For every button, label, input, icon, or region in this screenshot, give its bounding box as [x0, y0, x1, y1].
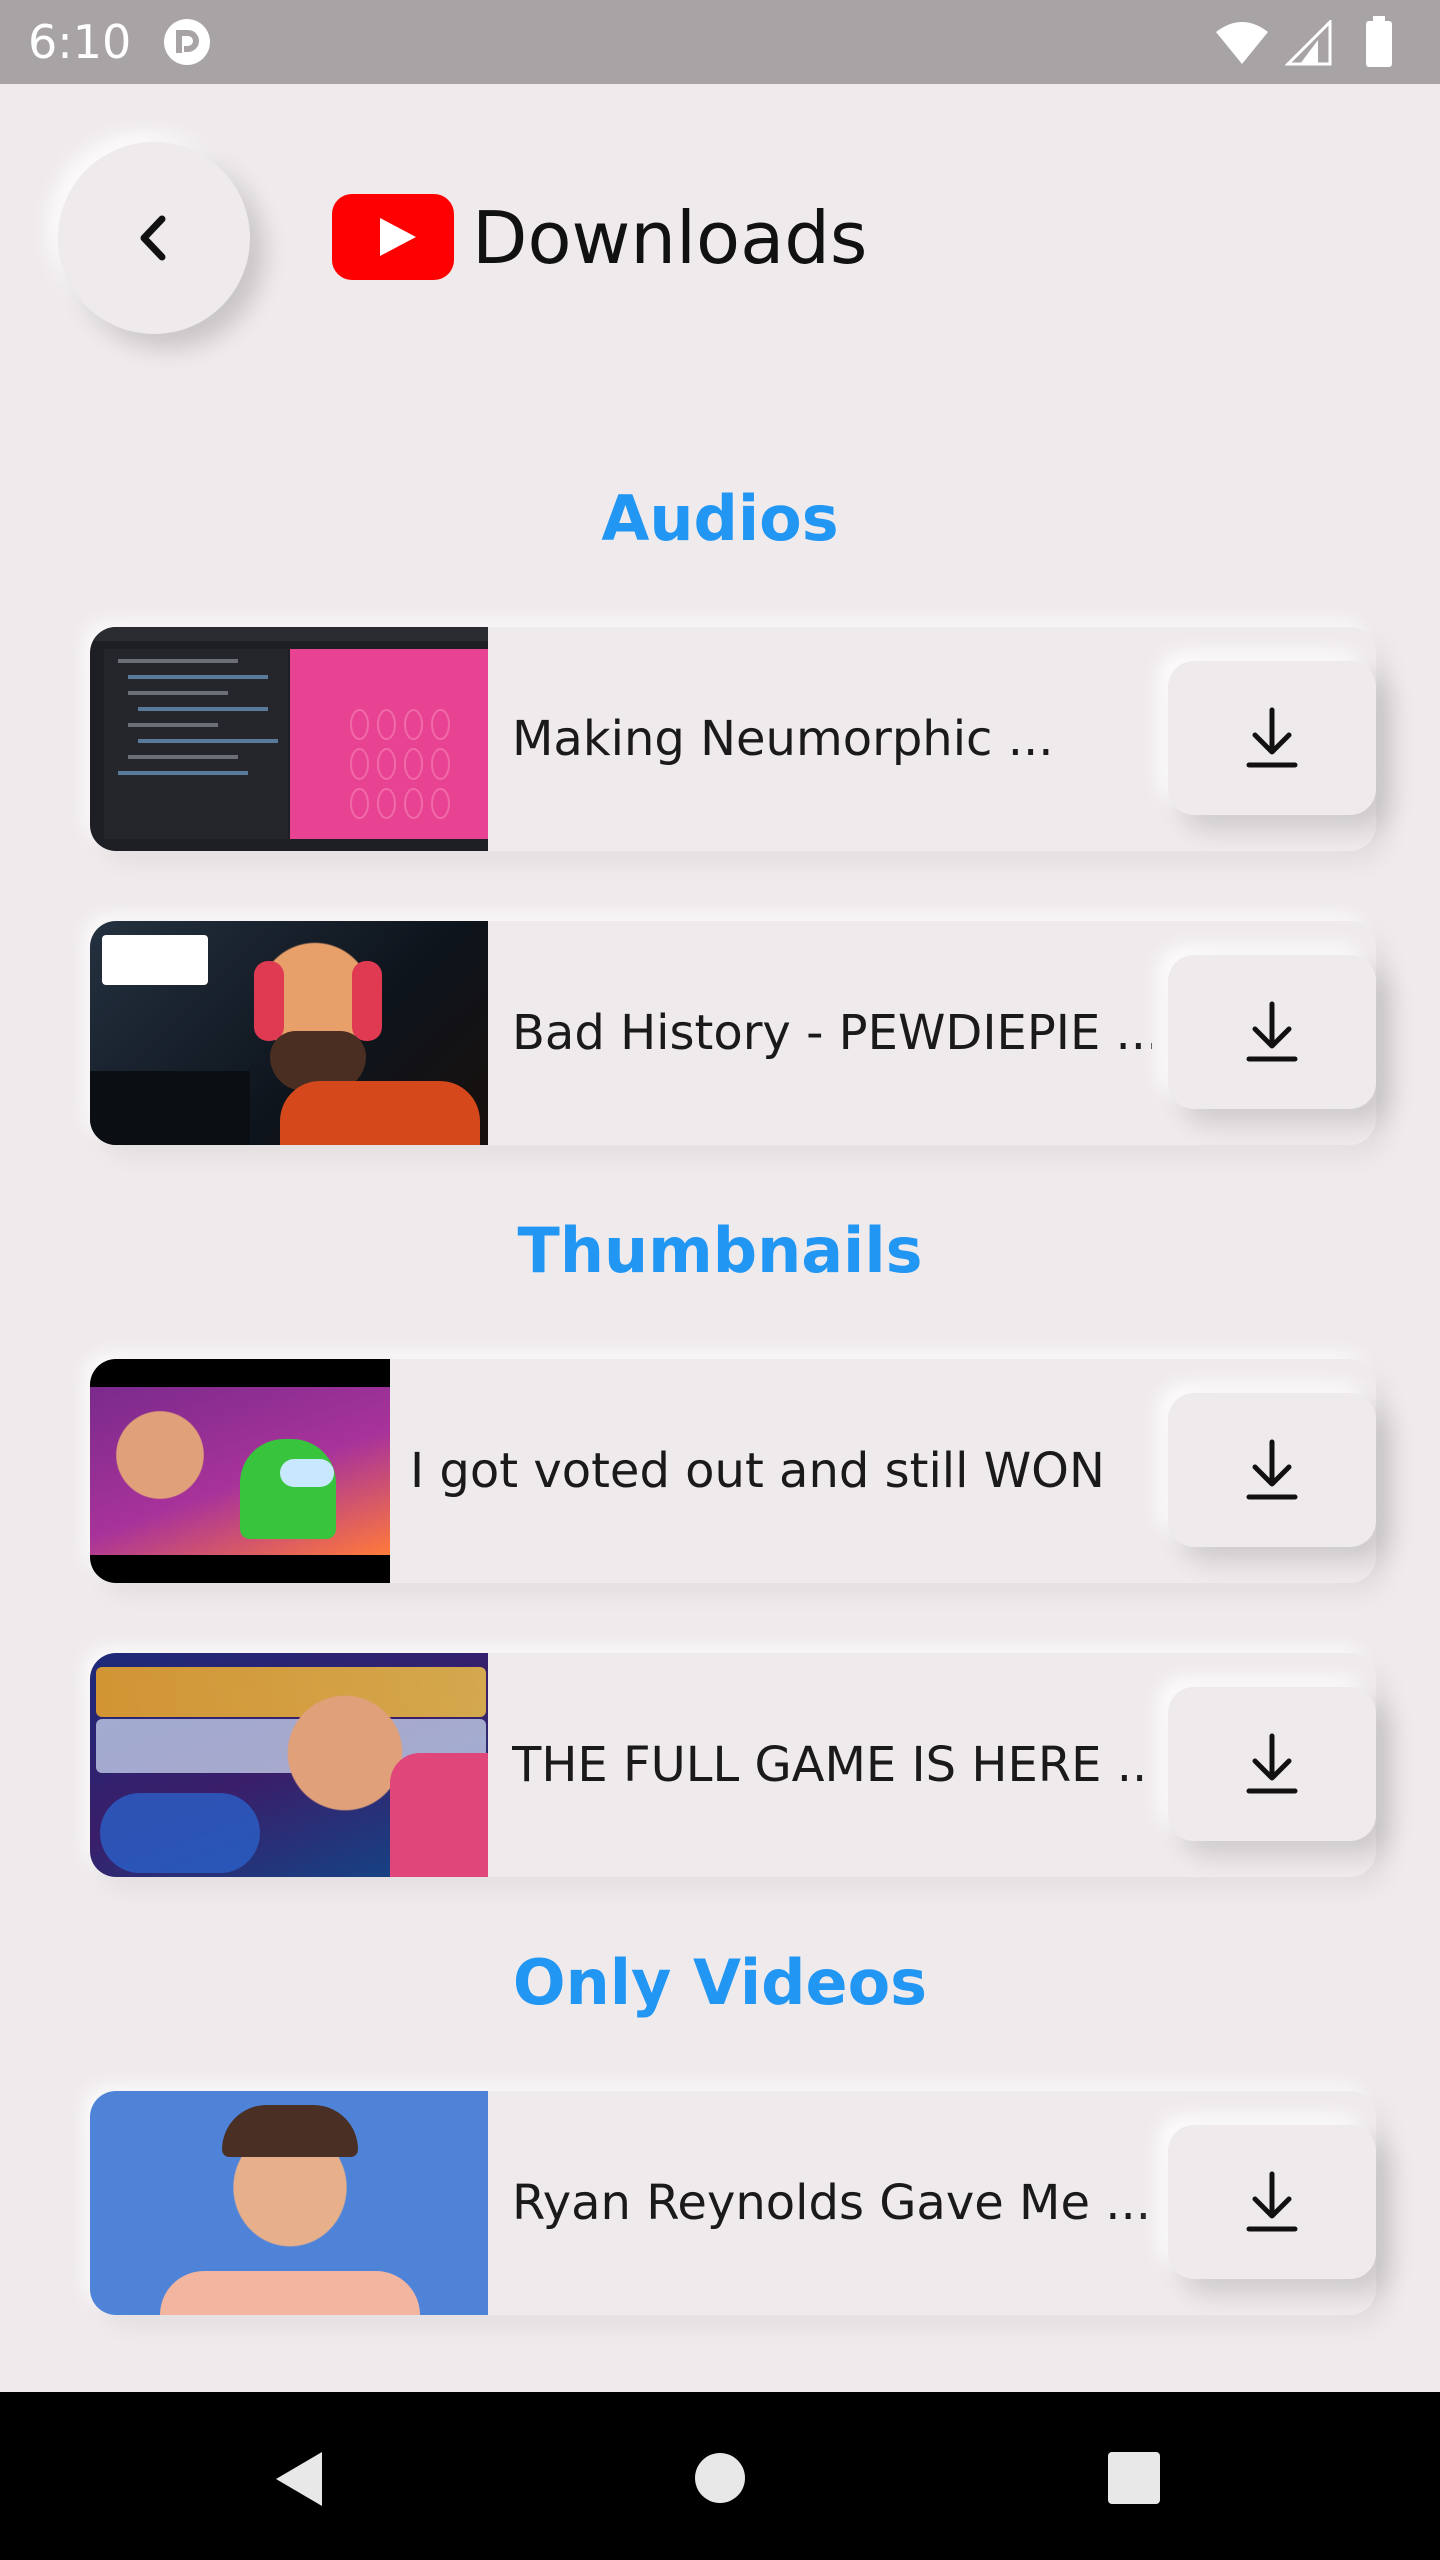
- youtube-logo: [332, 194, 454, 280]
- nav-back-icon[interactable]: [270, 2448, 326, 2510]
- item-title: Ryan Reynolds Gave Me ...: [512, 2175, 1151, 2231]
- section-heading-thumbnails: Thumbnails: [517, 1214, 923, 1287]
- back-button[interactable]: [58, 142, 250, 334]
- status-icons: [1214, 14, 1414, 70]
- video-thumbnail: [90, 1653, 488, 1877]
- item-title: Bad History - PEWDIEPIE ...: [512, 1005, 1152, 1061]
- list-item[interactable]: Bad History - PEWDIEPIE ...: [90, 921, 1376, 1145]
- cell-signal-icon: [1284, 20, 1332, 66]
- download-button[interactable]: [1168, 661, 1376, 815]
- download-icon: [1246, 1001, 1298, 1062]
- download-icon: [1246, 1439, 1298, 1500]
- download-button[interactable]: [1168, 1393, 1376, 1547]
- list-item[interactable]: THE FULL GAME IS HERE ...: [90, 1653, 1376, 1877]
- wifi-icon: [1216, 22, 1268, 64]
- section-heading-audios: Audios: [601, 482, 839, 555]
- download-icon: [1246, 2171, 1298, 2232]
- download-button[interactable]: [1168, 2125, 1376, 2279]
- list-item[interactable]: Ryan Reynolds Gave Me ...: [90, 2091, 1376, 2315]
- download-button[interactable]: [1168, 955, 1376, 1109]
- download-button[interactable]: [1168, 1687, 1376, 1841]
- battery-icon: [1366, 16, 1392, 67]
- page-title: Downloads: [472, 196, 868, 280]
- section-heading-only-videos: Only Videos: [512, 1946, 928, 2019]
- list-item[interactable]: I got voted out and still WON: [90, 1359, 1376, 1583]
- item-title: Making Neumorphic ...: [512, 711, 1054, 767]
- video-thumbnail: [90, 627, 488, 851]
- nav-recents-icon[interactable]: [1108, 2452, 1160, 2504]
- video-thumbnail: [90, 2091, 488, 2315]
- item-title: THE FULL GAME IS HERE ...: [512, 1737, 1152, 1793]
- system-navigation-bar: [0, 2392, 1440, 2560]
- download-icon: [1246, 1733, 1298, 1794]
- app-notification-icon: [164, 19, 210, 65]
- download-icon: [1246, 707, 1298, 768]
- downloads-screen: Downloads Audios Making Neumorphic ... B…: [0, 84, 1440, 2392]
- nav-home-icon[interactable]: [694, 2452, 746, 2504]
- video-thumbnail: [90, 1359, 390, 1583]
- item-title: I got voted out and still WON: [410, 1443, 1105, 1499]
- video-thumbnail: [90, 921, 488, 1145]
- list-item[interactable]: Making Neumorphic ...: [90, 627, 1376, 851]
- status-time: 6:10: [28, 15, 132, 69]
- chevron-left-icon: [140, 215, 166, 261]
- status-bar: 6:10: [0, 0, 1440, 84]
